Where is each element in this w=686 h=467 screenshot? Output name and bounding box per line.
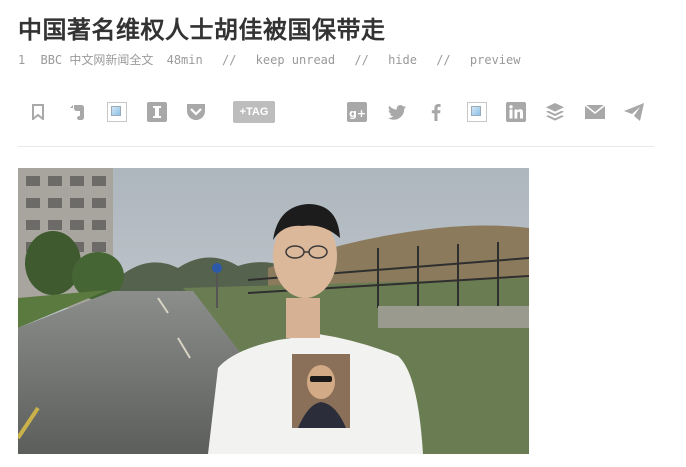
share-toolbar: +TAG g+ xyxy=(0,96,686,128)
pocket-icon[interactable] xyxy=(185,96,207,128)
broken-image-icon xyxy=(466,96,488,128)
separator: // xyxy=(436,53,451,67)
evernote-icon[interactable] xyxy=(66,96,90,128)
buffer-icon[interactable] xyxy=(544,96,566,128)
facebook-icon[interactable] xyxy=(426,96,446,128)
article-meta: 1 BBC 中文网新闻全文 48min // keep unread // hi… xyxy=(18,51,520,68)
preview-link[interactable]: preview xyxy=(470,53,521,67)
photo-illustration xyxy=(18,168,529,454)
twitter-icon[interactable] xyxy=(386,96,408,128)
send-icon[interactable] xyxy=(623,96,645,128)
separator: // xyxy=(221,53,237,67)
keep-unread-link[interactable]: keep unread xyxy=(256,53,335,67)
hide-link[interactable]: hide xyxy=(388,53,417,67)
divider xyxy=(18,146,654,147)
google-plus-icon[interactable]: g+ xyxy=(346,96,368,128)
article-title[interactable]: 中国著名维权人士胡佳被国保带走 xyxy=(18,10,386,45)
svg-text:g+: g+ xyxy=(349,107,366,120)
source-name[interactable]: BBC 中文网新闻全文 xyxy=(40,51,153,68)
broken-image-icon xyxy=(106,96,128,128)
unread-count: 1 xyxy=(18,53,26,67)
bookmark-icon[interactable] xyxy=(28,96,48,128)
email-icon[interactable] xyxy=(584,96,606,128)
article-age: 48min xyxy=(166,53,203,67)
instapaper-icon[interactable] xyxy=(146,96,168,128)
add-tag-button[interactable]: +TAG xyxy=(233,101,275,123)
article-photo xyxy=(18,168,529,454)
linkedin-icon[interactable] xyxy=(505,96,527,128)
separator: // xyxy=(354,53,369,67)
